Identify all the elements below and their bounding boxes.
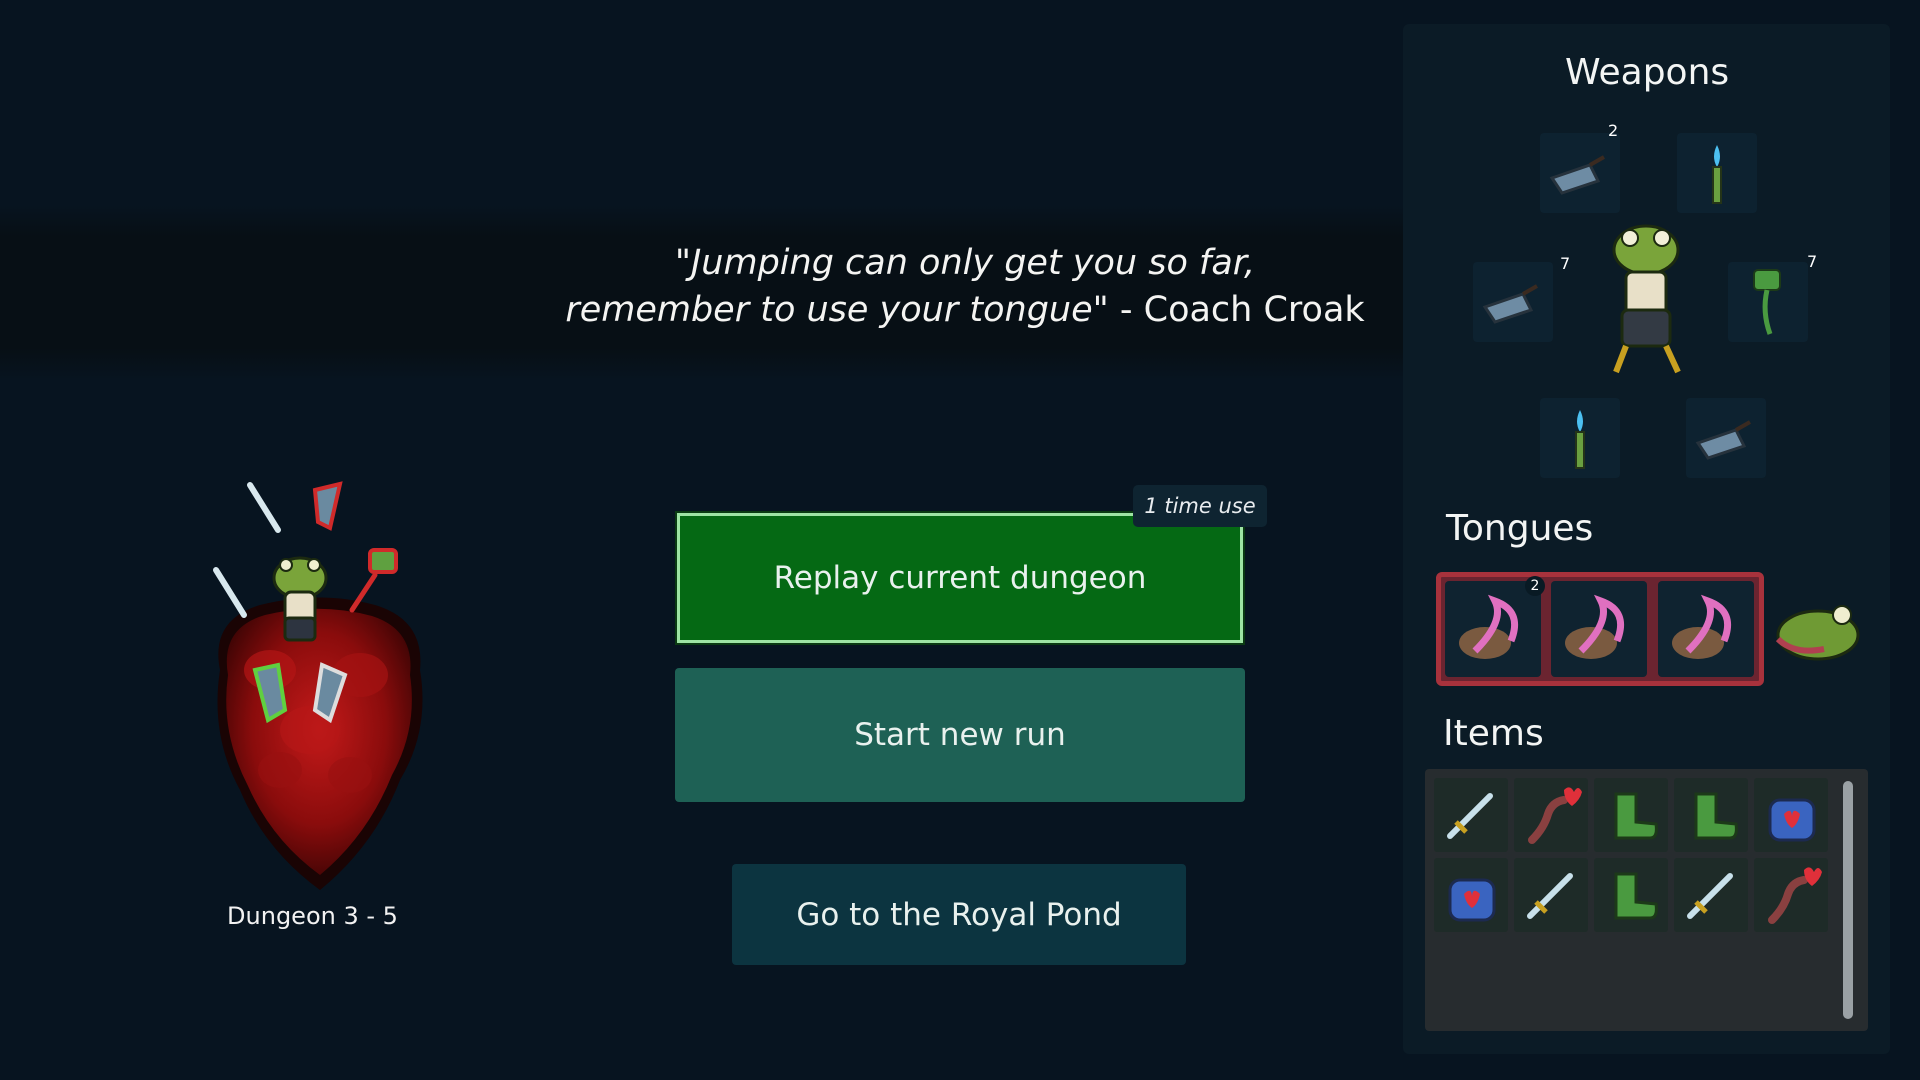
item-slot-3[interactable] bbox=[1594, 778, 1668, 852]
blue-glove-icon bbox=[1695, 420, 1751, 460]
heart-jar-icon bbox=[1768, 798, 1816, 842]
replay-dungeon-button[interactable]: Replay current dungeon bbox=[677, 513, 1243, 643]
weapon-slot-4[interactable] bbox=[1728, 262, 1808, 342]
start-new-run-label: Start new run bbox=[854, 717, 1066, 753]
items-scrollbar[interactable] bbox=[1843, 781, 1853, 1019]
weapon-slot-3[interactable] bbox=[1473, 262, 1553, 342]
royal-pond-label: Go to the Royal Pond bbox=[796, 896, 1122, 933]
tongue-frog-icon bbox=[1565, 594, 1624, 659]
item-slot-7[interactable] bbox=[1514, 858, 1588, 932]
item-slot-10[interactable] bbox=[1754, 858, 1828, 932]
one-time-use-badge: 1 time use bbox=[1133, 485, 1267, 527]
sword-icon bbox=[1527, 873, 1573, 919]
item-slot-5[interactable] bbox=[1754, 778, 1828, 852]
quote-line-2: remember to use your tongue" - Coach Cro… bbox=[560, 287, 1370, 334]
tongue-slot-3[interactable] bbox=[1658, 581, 1754, 677]
dungeon-label: Dungeon 3 - 5 bbox=[227, 902, 398, 930]
worm-heart-icon bbox=[1768, 867, 1822, 924]
weapon-slot-6[interactable] bbox=[1686, 398, 1766, 478]
weapon-slot-1[interactable] bbox=[1540, 133, 1620, 213]
dungeon-illustration bbox=[200, 470, 440, 890]
game-screen: "Jumping can only get you so far, rememb… bbox=[0, 0, 1920, 1080]
tongue-slot-2[interactable] bbox=[1551, 581, 1647, 677]
quote-line-2-text: remember to use your tongue" bbox=[565, 290, 1109, 330]
tongues-title: Tongues bbox=[1446, 508, 1594, 549]
green-boot-icon bbox=[1614, 872, 1658, 920]
item-slot-1[interactable] bbox=[1434, 778, 1508, 852]
frog-hero-portrait bbox=[1598, 222, 1694, 378]
tongue-slot-1[interactable] bbox=[1445, 581, 1541, 677]
item-slot-6[interactable] bbox=[1434, 858, 1508, 932]
blue-flame-torch-icon bbox=[1575, 410, 1585, 469]
royal-pond-button[interactable]: Go to the Royal Pond bbox=[732, 864, 1186, 965]
replay-dungeon-label: Replay current dungeon bbox=[773, 560, 1147, 596]
item-slot-2[interactable] bbox=[1514, 778, 1588, 852]
tongue-frog-icon bbox=[1672, 594, 1731, 659]
frog-tongue-portrait bbox=[1764, 595, 1864, 665]
weapon-slot-2[interactable] bbox=[1677, 133, 1757, 213]
green-boot-icon bbox=[1694, 792, 1738, 840]
worm-heart-icon bbox=[1528, 787, 1582, 844]
weapon-slot-5[interactable] bbox=[1540, 398, 1620, 478]
start-new-run-button[interactable]: Start new run bbox=[675, 668, 1245, 802]
blue-glove-icon bbox=[1549, 155, 1605, 195]
fly-swatter-icon bbox=[1753, 269, 1781, 335]
blue-glove-icon bbox=[1482, 284, 1538, 324]
weapons-title: Weapons bbox=[1565, 52, 1730, 93]
tongue-count-1: 2 bbox=[1525, 576, 1545, 596]
quote-attribution: - Coach Croak bbox=[1108, 290, 1365, 330]
tongue-frog-icon bbox=[1459, 594, 1518, 659]
sword-icon bbox=[1447, 793, 1493, 839]
blue-flame-torch-icon bbox=[1712, 145, 1722, 204]
green-boot-icon bbox=[1614, 792, 1658, 840]
item-slot-9[interactable] bbox=[1674, 858, 1748, 932]
weapon-count-1: 2 bbox=[1608, 121, 1619, 140]
sword-icon bbox=[1687, 873, 1733, 919]
weapon-count-3: 7 bbox=[1560, 254, 1571, 273]
item-slot-4[interactable] bbox=[1674, 778, 1748, 852]
item-slot-8[interactable] bbox=[1594, 858, 1668, 932]
items-title: Items bbox=[1443, 713, 1544, 754]
weapon-count-4: 7 bbox=[1807, 252, 1818, 271]
quote-line-1: "Jumping can only get you so far, bbox=[674, 243, 1256, 283]
heart-jar-icon bbox=[1448, 878, 1496, 922]
